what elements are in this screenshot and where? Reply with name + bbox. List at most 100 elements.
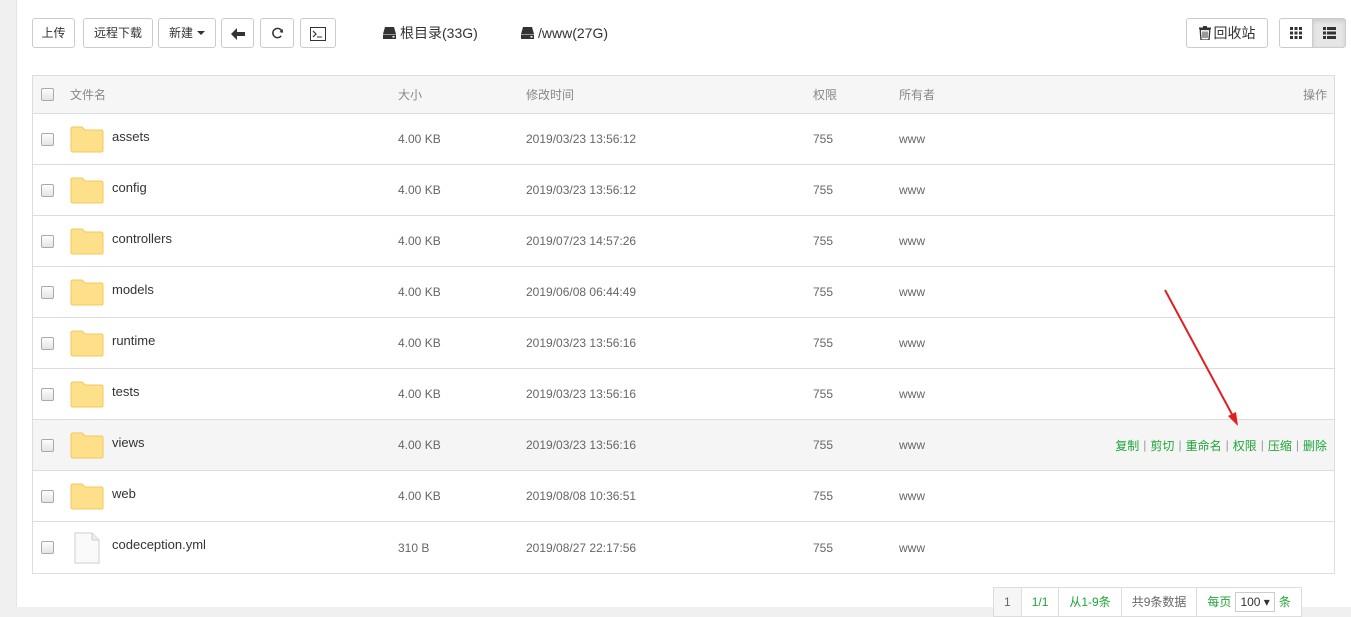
separator: | (1143, 438, 1147, 452)
file-size: 310 B (398, 540, 430, 555)
file-mtime: 2019/06/08 06:44:49 (526, 285, 637, 299)
separator: | (1225, 438, 1229, 452)
table-row[interactable]: config 4.00 KB 2019/03/23 13:56:12 755 www (33, 165, 1334, 216)
row-actions: 复制 | 剪切 | 重命名 | 权限 | 压缩 | 删除 (1115, 420, 1327, 470)
row-checkbox[interactable] (41, 184, 54, 197)
file-mtime: 2019/03/23 13:56:12 (526, 183, 637, 197)
row-checkbox[interactable] (41, 286, 54, 299)
row-checkbox[interactable] (41, 388, 54, 401)
pager-total: 共9条数据 (1122, 588, 1198, 616)
table-row[interactable]: tests 4.00 KB 2019/03/23 13:56:16 755 www (33, 369, 1334, 420)
row-action-link[interactable]: 压缩 (1268, 437, 1292, 454)
table-row[interactable]: runtime 4.00 KB 2019/03/23 13:56:16 755 www (33, 318, 1334, 369)
file-name[interactable]: codeception.yml (112, 537, 206, 552)
file-size: 4.00 KB (398, 183, 441, 197)
trash-icon (1198, 26, 1211, 41)
file-name-cell[interactable]: controllers (70, 216, 172, 266)
remote-download-button[interactable]: 远程下载 (83, 18, 153, 48)
file-name[interactable]: models (112, 282, 154, 297)
arrow-left-icon (230, 27, 245, 40)
file-perm[interactable]: 755 (813, 522, 833, 573)
row-action-link[interactable]: 权限 (1233, 437, 1257, 454)
file-name[interactable]: config (112, 180, 147, 195)
pager-range: 从1-9条 (1059, 588, 1122, 616)
file-perm[interactable]: 755 (813, 369, 833, 419)
table-row[interactable]: codeception.yml 310 B 2019/08/27 22:17:56 7… (33, 522, 1334, 573)
file-name[interactable]: web (112, 486, 136, 501)
table-row[interactable]: views 4.00 KB 2019/03/23 13:56:16 755 www 复制 |… (33, 420, 1334, 471)
file-name-cell[interactable]: config (70, 165, 147, 215)
terminal-button[interactable] (300, 18, 336, 48)
file-mtime: 2019/08/08 10:36:51 (526, 489, 637, 503)
row-checkbox[interactable] (41, 490, 54, 503)
select-all-checkbox[interactable] (41, 88, 54, 101)
disk-root-link[interactable]: 根目录(33G) (383, 18, 478, 48)
row-action-link[interactable]: 重命名 (1186, 437, 1222, 454)
upload-button[interactable]: 上传 (32, 18, 75, 48)
table-row[interactable]: assets 4.00 KB 2019/03/23 13:56:12 755 www (33, 114, 1334, 165)
file-perm[interactable]: 755 (813, 114, 833, 164)
refresh-icon (271, 27, 283, 39)
per-page-select[interactable]: 100 ▾ (1235, 592, 1275, 612)
file-mtime: 2019/03/23 13:56:12 (526, 132, 637, 146)
folder-icon (70, 277, 104, 307)
table-row[interactable]: web 4.00 KB 2019/08/08 10:36:51 755 www (33, 471, 1334, 522)
file-name-cell[interactable]: codeception.yml (70, 522, 206, 573)
row-checkbox[interactable] (41, 133, 54, 146)
recycle-bin-button[interactable]: 回收站 (1186, 18, 1268, 48)
file-owner: www (899, 285, 925, 299)
pager-current-page[interactable]: 1 (994, 588, 1022, 616)
row-checkbox[interactable] (41, 439, 54, 452)
row-checkbox[interactable] (41, 235, 54, 248)
header-name[interactable]: 文件名 (70, 76, 106, 113)
file-name-cell[interactable]: runtime (70, 318, 155, 368)
file-name[interactable]: tests (112, 384, 139, 399)
file-name-cell[interactable]: tests (70, 369, 139, 419)
file-name-cell[interactable]: views (70, 420, 145, 470)
file-owner: www (899, 540, 925, 555)
folder-icon (70, 430, 104, 460)
file-perm[interactable]: 755 (813, 216, 833, 266)
file-perm[interactable]: 755 (813, 267, 833, 317)
row-action-link[interactable]: 剪切 (1150, 437, 1174, 454)
file-name-cell[interactable]: web (70, 471, 136, 521)
folder-icon (70, 328, 104, 358)
header-mtime[interactable]: 修改时间 (526, 76, 574, 113)
row-checkbox[interactable] (41, 337, 54, 350)
file-name[interactable]: controllers (112, 231, 172, 246)
file-name-cell[interactable]: models (70, 267, 154, 317)
file-perm[interactable]: 755 (813, 471, 833, 521)
header-size[interactable]: 大小 (398, 76, 422, 113)
disk-www-label: /www(27G) (538, 25, 609, 41)
file-mtime: 2019/07/23 14:57:26 (526, 234, 637, 248)
row-checkbox[interactable] (41, 541, 54, 554)
new-dropdown-button[interactable]: 新建 (158, 18, 216, 48)
file-mtime: 2019/03/23 13:56:16 (526, 387, 637, 401)
back-button[interactable] (221, 18, 254, 48)
file-icon (70, 532, 104, 563)
separator: | (1260, 438, 1264, 452)
file-name[interactable]: runtime (112, 333, 155, 348)
file-name[interactable]: views (112, 435, 145, 450)
grid-icon (1290, 27, 1302, 39)
caret-down-icon (197, 31, 205, 35)
file-name-cell[interactable]: assets (70, 114, 150, 164)
folder-icon (70, 226, 104, 256)
disk-www-link[interactable]: /www(27G) (521, 18, 608, 48)
grid-view-button[interactable] (1279, 18, 1313, 48)
row-action-link[interactable]: 复制 (1115, 437, 1139, 454)
file-perm[interactable]: 755 (813, 165, 833, 215)
list-view-button[interactable] (1312, 18, 1346, 48)
recycle-bin-label: 回收站 (1213, 25, 1256, 41)
folder-icon (70, 379, 104, 409)
file-name[interactable]: assets (112, 129, 150, 144)
table-row[interactable]: models 4.00 KB 2019/06/08 06:44:49 755 www (33, 267, 1334, 318)
file-owner: www (899, 336, 925, 350)
file-owner: www (899, 489, 925, 503)
file-perm[interactable]: 755 (813, 420, 833, 470)
row-action-link[interactable]: 删除 (1303, 437, 1327, 454)
file-perm[interactable]: 755 (813, 318, 833, 368)
refresh-button[interactable] (260, 18, 294, 48)
table-row[interactable]: controllers 4.00 KB 2019/07/23 14:57:26 755… (33, 216, 1334, 267)
hard-drive-icon (383, 27, 396, 39)
